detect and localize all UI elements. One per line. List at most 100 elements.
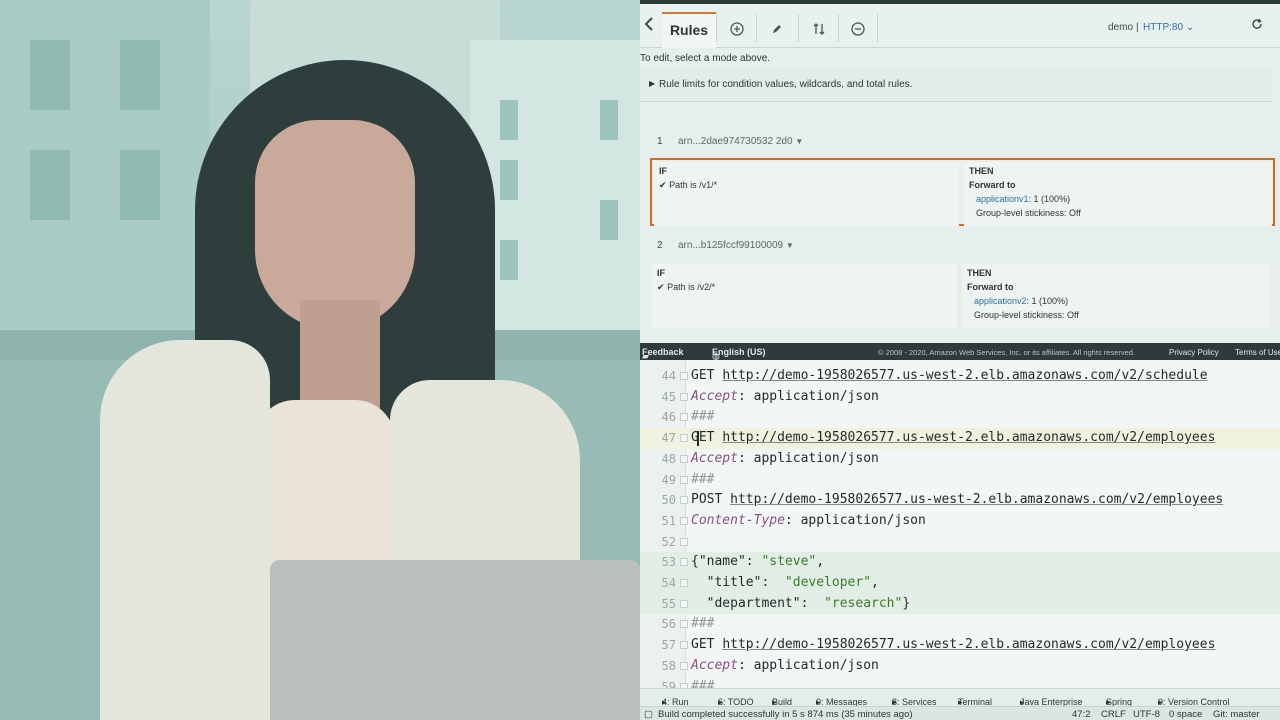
caret-right-icon: ▶ xyxy=(649,79,656,88)
code-line[interactable]: 58 Accept: application/json xyxy=(640,656,1280,677)
rule-2-then: THEN Forward to applicationv2: 1 (100%) … xyxy=(962,264,1270,328)
fold-marker-icon[interactable] xyxy=(680,475,688,484)
delete-rule-button[interactable] xyxy=(838,14,878,42)
feedback-link[interactable]: ▰ Feedback xyxy=(642,347,684,361)
code-line[interactable]: 53 {"name": "steve", xyxy=(640,552,1280,573)
code-line[interactable]: 54 "title": "developer", xyxy=(640,573,1280,594)
rule-2[interactable]: IF ✔ Path is /v2/* THEN Forward to appli… xyxy=(650,262,1275,330)
code-token: : application/json xyxy=(737,388,879,404)
cursor-position[interactable]: 47:2 xyxy=(1072,709,1091,720)
target-group-link[interactable]: applicationv2 xyxy=(974,296,1027,306)
fold-marker-icon[interactable] xyxy=(680,454,688,463)
code-line[interactable]: 50 POST http://demo-1958026577.us-west-2.… xyxy=(640,490,1280,511)
code-text: GET http://demo-1958026577.us-west-2.elb… xyxy=(691,430,1215,445)
code-text: ### xyxy=(691,409,714,424)
fold-marker-icon[interactable] xyxy=(680,392,688,401)
rule-arn-dropdown[interactable]: arn...b125fccf99100009 ▼ xyxy=(678,240,794,251)
rule-limits-expander[interactable]: ▶ Rule limits for condition values, wild… xyxy=(640,70,1272,102)
code-token: : application/json xyxy=(737,450,879,466)
if-label: IF xyxy=(657,268,665,278)
code-line[interactable]: 56 ### xyxy=(640,614,1280,635)
code-line[interactable]: 44 GET http://demo-1958026577.us-west-2.e… xyxy=(640,366,1280,387)
fold-marker-icon[interactable] xyxy=(680,413,688,422)
fold-marker-icon[interactable] xyxy=(680,516,688,525)
code-line[interactable]: 47 GET http://demo-1958026577.us-west-2.e… xyxy=(640,428,1280,449)
refresh-icon[interactable] xyxy=(1251,18,1263,33)
fold-marker-icon[interactable] xyxy=(680,620,688,629)
rule-number: 1 xyxy=(657,136,663,147)
edit-rules-button[interactable] xyxy=(756,14,796,42)
fold-marker-icon[interactable] xyxy=(680,579,688,587)
code-line[interactable]: 48 Accept: application/json xyxy=(640,449,1280,470)
line-number: 46 xyxy=(661,410,676,425)
code-line[interactable]: 49 ### xyxy=(640,470,1280,491)
then-label: THEN xyxy=(969,166,994,176)
fold-marker-icon[interactable] xyxy=(680,372,688,380)
aws-footer: ▰ Feedback ◍ English (US) © 2008 - 2020,… xyxy=(640,343,1280,361)
code-token: : application/json xyxy=(784,512,926,528)
target-weight: : 1 (100%) xyxy=(1028,194,1071,204)
status-message: Build completed successfully in 5 s 874 … xyxy=(658,709,913,720)
rule-number: 2 xyxy=(657,240,663,251)
rules-toolbar: Rules demo | HTTP:80 ⌄ xyxy=(640,4,1280,48)
reorder-rules-button[interactable] xyxy=(798,14,838,42)
http-request-editor[interactable]: 44 GET http://demo-1958026577.us-west-2.e… xyxy=(640,360,1280,688)
fold-marker-icon[interactable] xyxy=(680,661,688,670)
code-token: : application/json xyxy=(737,657,879,673)
code-token: "developer" xyxy=(784,575,872,590)
code-text: POST http://demo-1958026577.us-west-2.el… xyxy=(691,492,1223,507)
fold-marker-icon[interactable] xyxy=(680,496,688,505)
target-group: applicationv1: 1 (100%) xyxy=(976,194,1070,204)
back-arrow-icon[interactable] xyxy=(642,16,660,36)
code-token: GET xyxy=(691,637,723,653)
tab-rules[interactable]: Rules xyxy=(662,12,716,48)
language-selector[interactable]: ◍ English (US) xyxy=(712,347,766,361)
code-token: ### xyxy=(691,409,715,425)
fold-marker-icon[interactable] xyxy=(680,537,688,546)
code-line[interactable]: 45 Accept: application/json xyxy=(640,387,1280,408)
fold-marker-icon[interactable] xyxy=(680,434,688,443)
action-label: Forward to xyxy=(969,180,1016,190)
code-line[interactable]: 57 GET http://demo-1958026577.us-west-2.e… xyxy=(640,635,1280,656)
code-line[interactable]: 55 "department": "research"} xyxy=(640,593,1280,615)
terms-link[interactable]: Terms of Use xyxy=(1235,348,1280,357)
text-caret xyxy=(697,431,699,447)
root: Rules demo | HTTP:80 ⌄ To edit, select a… xyxy=(0,0,1280,720)
line-number: 47 xyxy=(661,431,676,446)
check-icon: ✔ xyxy=(657,282,665,292)
rule-arn-dropdown[interactable]: arn...2dae974730532 2d0 ▼ xyxy=(678,136,803,147)
load-balancer-name: demo xyxy=(1108,22,1134,33)
add-rule-button[interactable] xyxy=(716,14,756,42)
listener-label: HTTP:80 xyxy=(1143,22,1184,33)
code-token: http://demo-1958026577.us-west-2.elb.ama… xyxy=(722,368,1208,383)
line-number: 56 xyxy=(661,617,676,632)
file-encoding[interactable]: UTF-8 xyxy=(1133,709,1160,720)
code-token: Accept xyxy=(691,388,738,404)
line-number: 48 xyxy=(661,451,676,466)
target-group-link[interactable]: applicationv1 xyxy=(976,194,1029,204)
fold-marker-icon[interactable] xyxy=(680,599,688,608)
caret-down-icon: ▼ xyxy=(795,137,804,146)
privacy-policy-link[interactable]: Privacy Policy xyxy=(1169,348,1219,357)
code-text: {"name": "steve", xyxy=(691,554,824,569)
rule-1[interactable]: IF ✔ Path is /v1/* THEN Forward to appli… xyxy=(650,158,1275,226)
rule-arn: arn...b125fccf99100009 xyxy=(678,240,784,251)
fold-marker-icon[interactable] xyxy=(680,641,688,650)
code-text: Accept: application/json xyxy=(691,389,879,404)
line-separator[interactable]: CRLF xyxy=(1101,709,1126,720)
git-branch[interactable]: Git: master xyxy=(1213,709,1259,720)
code-token: ### xyxy=(691,471,715,487)
code-token: "steve" xyxy=(761,554,817,570)
fold-marker-icon[interactable] xyxy=(680,558,688,567)
code-line[interactable]: 52 xyxy=(640,532,1280,553)
line-number: 50 xyxy=(661,493,676,508)
line-number: 55 xyxy=(661,596,676,611)
code-line[interactable]: 46 ### xyxy=(640,407,1280,428)
code-token: {"name": xyxy=(691,554,762,570)
code-token: Content-Type xyxy=(691,512,785,528)
listener-selector[interactable]: HTTP:80 ⌄ xyxy=(1143,22,1194,33)
code-line[interactable]: 59 ### xyxy=(640,677,1280,688)
code-line[interactable]: 51 Content-Type: application/json xyxy=(640,511,1280,532)
status-icon: ▢ xyxy=(644,709,653,720)
indent-setting[interactable]: 0 space xyxy=(1169,709,1202,720)
